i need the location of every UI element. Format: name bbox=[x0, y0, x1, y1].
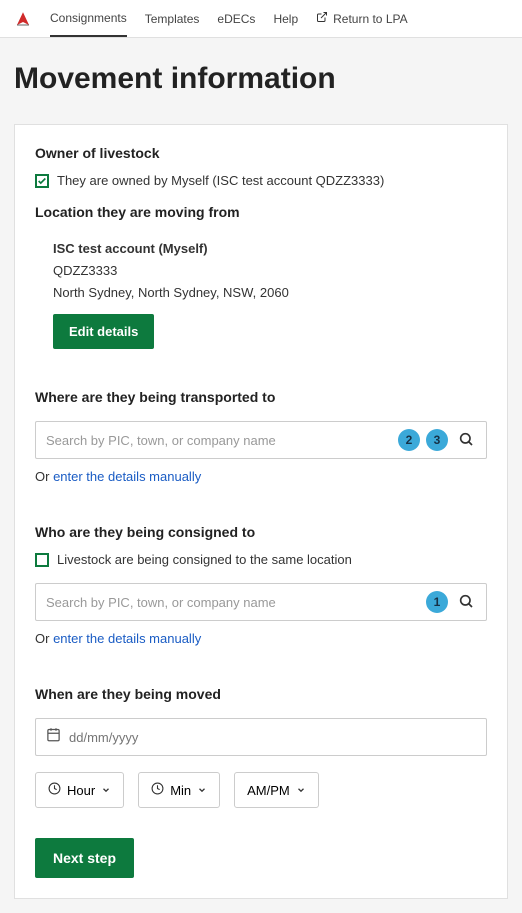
owner-checkbox-row: They are owned by Myself (ISC test accou… bbox=[35, 173, 487, 188]
clock-icon bbox=[48, 782, 61, 798]
consigned-to-or: Or enter the details manually bbox=[35, 631, 487, 646]
consigned-to-manual-link[interactable]: enter the details manually bbox=[53, 631, 201, 646]
consigned-to-search: 1 bbox=[35, 583, 487, 621]
nav-templates[interactable]: Templates bbox=[145, 2, 200, 36]
clock-icon bbox=[151, 782, 164, 798]
transported-to-search: 2 3 bbox=[35, 421, 487, 459]
chevron-down-icon bbox=[197, 783, 207, 798]
consigned-to-heading: Who are they being consigned to bbox=[35, 524, 487, 540]
date-input[interactable] bbox=[69, 730, 476, 745]
nav-edecs[interactable]: eDECs bbox=[217, 2, 255, 36]
movement-card: Owner of livestock They are owned by Mys… bbox=[14, 124, 508, 899]
date-input-wrap bbox=[35, 718, 487, 756]
from-account: ISC test account (Myself) bbox=[53, 238, 487, 260]
transported-to-input[interactable] bbox=[46, 433, 392, 448]
consigned-same-location-row: Livestock are being consigned to the sam… bbox=[35, 552, 487, 567]
chevron-down-icon bbox=[296, 783, 306, 798]
ampm-dropdown[interactable]: AM/PM bbox=[234, 772, 319, 808]
min-label: Min bbox=[170, 783, 191, 798]
from-address: North Sydney, North Sydney, NSW, 2060 bbox=[53, 282, 487, 304]
consigned-same-location-label: Livestock are being consigned to the sam… bbox=[57, 552, 352, 567]
calendar-icon bbox=[46, 727, 61, 747]
hour-label: Hour bbox=[67, 783, 95, 798]
page-title: Movement information bbox=[14, 62, 508, 96]
edit-details-button[interactable]: Edit details bbox=[53, 314, 154, 349]
search-icon bbox=[458, 593, 474, 612]
hour-dropdown[interactable]: Hour bbox=[35, 772, 124, 808]
nav-help[interactable]: Help bbox=[273, 2, 298, 36]
consigned-to-or-text: Or bbox=[35, 631, 53, 646]
external-link-icon bbox=[316, 11, 328, 26]
badge-1: 1 bbox=[426, 591, 448, 613]
search-icon bbox=[458, 431, 474, 450]
owner-checkbox[interactable] bbox=[35, 174, 49, 188]
nav-return-lpa-label: Return to LPA bbox=[333, 12, 407, 26]
top-nav: Consignments Templates eDECs Help Return… bbox=[0, 0, 522, 38]
owner-heading: Owner of livestock bbox=[35, 145, 487, 161]
consigned-same-location-checkbox[interactable] bbox=[35, 553, 49, 567]
badge-3: 3 bbox=[426, 429, 448, 451]
transported-to-or: Or enter the details manually bbox=[35, 469, 487, 484]
badge-2: 2 bbox=[398, 429, 420, 451]
transported-to-heading: Where are they being transported to bbox=[35, 389, 487, 405]
moving-from-heading: Location they are moving from bbox=[35, 204, 487, 220]
time-row: Hour Min AM/PM bbox=[35, 772, 487, 808]
transported-to-or-text: Or bbox=[35, 469, 53, 484]
page-container: Movement information Owner of livestock … bbox=[0, 38, 522, 913]
moving-from-block: ISC test account (Myself) QDZZ3333 North… bbox=[35, 232, 487, 349]
nav-return-lpa[interactable]: Return to LPA bbox=[316, 1, 407, 36]
consigned-to-search-button[interactable] bbox=[454, 589, 478, 616]
ampm-label: AM/PM bbox=[247, 783, 290, 798]
consigned-to-input[interactable] bbox=[46, 595, 420, 610]
owner-checkbox-label: They are owned by Myself (ISC test accou… bbox=[57, 173, 384, 188]
from-pic: QDZZ3333 bbox=[53, 260, 487, 282]
app-logo bbox=[14, 10, 32, 28]
when-moved-heading: When are they being moved bbox=[35, 686, 487, 702]
min-dropdown[interactable]: Min bbox=[138, 772, 220, 808]
transported-to-search-button[interactable] bbox=[454, 427, 478, 454]
transported-to-manual-link[interactable]: enter the details manually bbox=[53, 469, 201, 484]
nav-consignments[interactable]: Consignments bbox=[50, 1, 127, 37]
chevron-down-icon bbox=[101, 783, 111, 798]
next-step-button[interactable]: Next step bbox=[35, 838, 134, 878]
